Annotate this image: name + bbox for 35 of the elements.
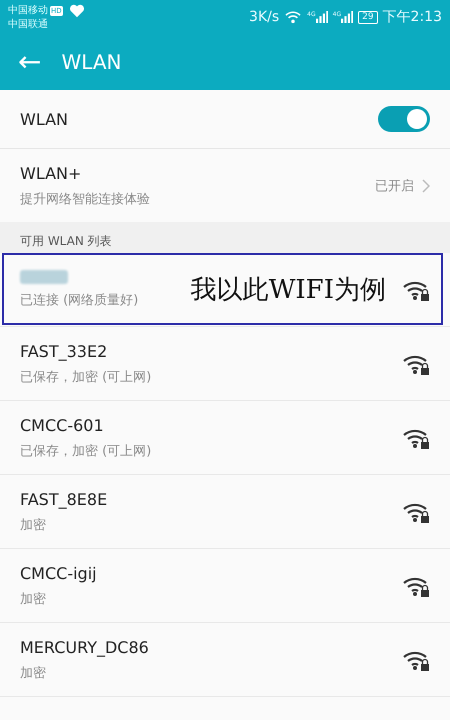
network-item[interactable]: FAST_8E8E 加密 bbox=[0, 475, 450, 549]
network-name: CMCC-igij bbox=[20, 564, 98, 582]
carrier-name: 中国移动 bbox=[8, 4, 48, 17]
setting-value: 已开启 bbox=[375, 178, 414, 194]
carrier-name: 中国联通 bbox=[8, 18, 49, 30]
network-status: 已保存，加密 (可上网) bbox=[20, 368, 152, 386]
network-item[interactable]: CMCC-601 已保存，加密 (可上网) bbox=[0, 401, 450, 475]
network-status: 已连接 (网络质量好) bbox=[20, 292, 140, 309]
network-name: CMCC-601 bbox=[20, 416, 105, 434]
network-speed: 3K/s bbox=[249, 9, 280, 25]
setting-label: WLAN+ bbox=[20, 164, 82, 182]
network-status: 加密 bbox=[20, 516, 47, 534]
wifi-icon bbox=[284, 10, 302, 24]
network-status: 加密 bbox=[20, 590, 47, 608]
toggle-switch[interactable] bbox=[378, 106, 430, 132]
signal-icon bbox=[316, 11, 328, 23]
network-item[interactable]: FAST_33E2 已保存，加密 (可上网) bbox=[0, 327, 450, 401]
network-status: 加密 bbox=[20, 664, 47, 682]
network-item[interactable]: MERCURY_DC86 加密 bbox=[0, 623, 450, 697]
network-name: FAST_33E2 bbox=[20, 342, 108, 360]
heart-icon bbox=[68, 4, 85, 18]
annotation-text: 我以此WIFI为例 bbox=[190, 274, 386, 306]
network-name: MERCURY_DC86 bbox=[20, 638, 150, 656]
chevron-icon bbox=[422, 178, 430, 192]
blurred-name bbox=[20, 270, 68, 284]
setting-description: 提升网络智能连接体验 bbox=[20, 190, 151, 208]
section-title: 可用 WLAN 列表 bbox=[20, 233, 112, 250]
signal-icon bbox=[341, 11, 354, 23]
page-title: WLAN bbox=[61, 50, 122, 74]
battery-level: 29 bbox=[358, 10, 378, 24]
network-name: FAST_8E8E bbox=[20, 490, 108, 508]
network-item[interactable]: CMCC-igij 加密 bbox=[0, 549, 450, 623]
clock: 下午2:13 bbox=[382, 8, 442, 26]
setting-label: WLAN bbox=[20, 110, 68, 128]
network-status: 已保存，加密 (可上网) bbox=[20, 442, 152, 460]
